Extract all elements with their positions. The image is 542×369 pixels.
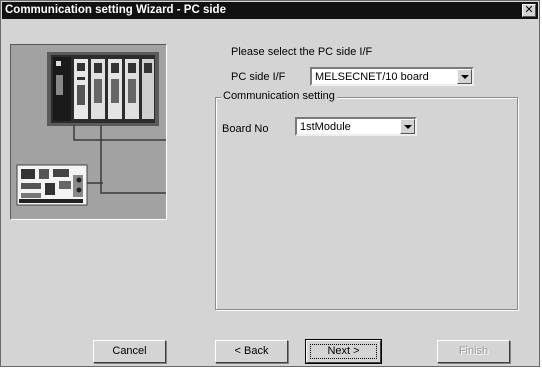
board-no-select[interactable]: 1stModule [295,117,417,136]
title-bar: Communication setting Wizard - PC side ✕ [2,2,538,19]
cancel-button[interactable]: Cancel [93,340,166,363]
next-button[interactable]: Next > [305,339,382,364]
focus-rect [310,344,377,359]
finish-button[interactable]: Finish [437,340,510,363]
window-title: Communication setting Wizard - PC side [5,4,226,16]
instruction-text: Please select the PC side I/F [231,46,373,58]
pc-side-if-label: PC side I/F [231,71,286,83]
wizard-window: Communication setting Wizard - PC side ✕ [0,0,540,367]
chevron-down-icon[interactable] [457,69,472,84]
board-no-label: Board No [222,123,269,135]
board-no-value: 1stModule [300,121,351,133]
group-title: Communication setting [221,90,337,102]
close-button[interactable]: ✕ [522,4,536,17]
chevron-down-icon[interactable] [400,119,415,134]
pc-side-if-select[interactable]: MELSECNET/10 board [310,67,474,86]
back-button[interactable]: < Back [215,340,288,363]
pc-side-if-value: MELSECNET/10 board [315,71,429,83]
plc-hardware-icon [11,45,166,219]
pc-board-illustration [10,44,167,220]
